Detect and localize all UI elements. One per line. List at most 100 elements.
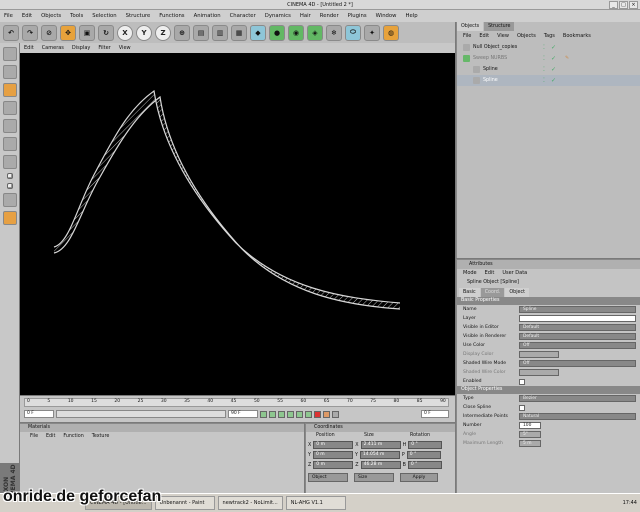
viewport-menu-edit[interactable]: Edit (24, 45, 34, 51)
scene-icon[interactable]: ❄ (326, 24, 342, 41)
enabled-check-icon[interactable]: ✓ (551, 55, 559, 62)
objects-menu-file[interactable]: File (463, 31, 471, 42)
use-edges-tool-icon[interactable] (2, 119, 17, 133)
close-button[interactable]: × (629, 1, 638, 9)
viewport-menu-cameras[interactable]: Cameras (42, 45, 64, 51)
light-icon[interactable]: ✦ (364, 24, 380, 41)
scale-icon[interactable]: ▣ (79, 24, 95, 41)
cube-icon[interactable]: ◆ (250, 24, 266, 41)
enabled-check-icon[interactable]: ✓ (551, 66, 559, 73)
object-row-selected[interactable]: Spline ⁚ ✓ (457, 75, 640, 86)
enabled-checkbox[interactable] (519, 378, 525, 385)
autokey-icon[interactable] (323, 410, 330, 418)
display-color-swatch[interactable] (519, 351, 559, 358)
position-y-field[interactable]: 0 m (312, 451, 353, 459)
name-field[interactable]: Spline (519, 306, 636, 313)
nurbs-icon[interactable]: ● (269, 24, 285, 41)
attributes-menu-mode[interactable]: Mode (463, 269, 477, 278)
taskbar-item-nl-ahg[interactable]: NL-AHG V1.1 (285, 496, 346, 510)
number-field[interactable]: 100 (519, 422, 541, 429)
spline-type-select[interactable]: Bezier (519, 395, 636, 402)
object-row[interactable]: Spline ⁚ ✓ (457, 64, 640, 75)
objects-menu-view[interactable]: View (497, 31, 509, 42)
checkerboard-icon[interactable] (6, 173, 13, 179)
viewport-menu-display[interactable]: Display (72, 45, 90, 51)
visibility-dots-icon[interactable]: ⁚ (543, 55, 551, 62)
menu-structure[interactable]: Structure (126, 13, 151, 19)
sculpt-icon[interactable] (2, 211, 17, 225)
menu-functions[interactable]: Functions (159, 13, 184, 19)
materials-menu-edit[interactable]: Edit (46, 432, 55, 441)
render-picture-viewer-icon[interactable]: ▥ (212, 24, 228, 41)
next-key-icon[interactable] (296, 410, 303, 418)
visible-in-renderer-select[interactable]: Default (519, 333, 636, 340)
materials-menu-texture[interactable]: Texture (92, 432, 110, 441)
rotate-icon[interactable]: ↻ (98, 24, 114, 41)
record-icon[interactable] (314, 410, 321, 418)
start-frame-field[interactable]: 0 F (24, 410, 54, 418)
materials-menu-file[interactable]: File (30, 432, 38, 441)
shaded-wire-color-swatch[interactable] (519, 369, 559, 376)
tab-basic[interactable]: Basic (459, 288, 480, 297)
render-view-icon[interactable]: ▤ (193, 24, 209, 41)
rotation-b-field[interactable]: 0 ° (407, 461, 442, 469)
material-icon[interactable]: ◍ (383, 24, 399, 41)
frame-range-slider[interactable] (56, 410, 226, 418)
play-backward-icon[interactable] (278, 410, 285, 418)
position-x-field[interactable]: 0 m (313, 441, 354, 449)
attributes-menu-user-data[interactable]: User Data (502, 269, 527, 278)
use-model-tool-icon[interactable] (2, 47, 17, 61)
shaded-wire-mode-select[interactable]: Off (519, 360, 636, 367)
coordinate-system-icon[interactable]: ⊕ (174, 24, 190, 41)
keyframe-selection-icon[interactable] (332, 410, 339, 418)
object-row[interactable]: Null Object_copies ⁚ ✓ (457, 42, 640, 53)
undo-icon[interactable]: ↶ (3, 24, 19, 41)
y-axis-lock-button[interactable]: Y (136, 24, 152, 41)
objects-menu-bookmarks[interactable]: Bookmarks (563, 31, 591, 42)
x-axis-lock-button[interactable]: X (117, 24, 133, 41)
menu-help[interactable]: Help (406, 13, 418, 19)
materials-menu-function[interactable]: Function (63, 432, 83, 441)
attributes-menu-edit[interactable]: Edit (485, 269, 495, 278)
live-select-icon[interactable]: ⊘ (41, 24, 57, 41)
tab-objects[interactable]: Objects (457, 22, 484, 31)
use-points-tool-icon[interactable] (2, 101, 17, 115)
menu-hair[interactable]: Hair (300, 13, 311, 19)
close-spline-checkbox[interactable] (519, 404, 525, 411)
menu-selection[interactable]: Selection (92, 13, 116, 19)
animation-icon[interactable] (2, 193, 17, 207)
play-forward-icon[interactable] (287, 410, 294, 418)
taskbar-item-paint[interactable]: Unbenannt - Paint (154, 496, 215, 510)
use-polygons-tool-icon[interactable] (2, 137, 17, 151)
z-axis-lock-button[interactable]: Z (155, 24, 171, 41)
render-settings-icon[interactable]: ▦ (231, 24, 247, 41)
timeline-ruler[interactable]: 0 5 10 15 20 25 30 35 40 45 50 55 60 65 … (24, 398, 449, 407)
menu-dynamics[interactable]: Dynamics (265, 13, 291, 19)
coordinate-mode-select[interactable]: Object (308, 472, 348, 482)
end-frame-field[interactable]: 90 F (228, 410, 258, 418)
tab-structure[interactable]: Structure (484, 22, 515, 31)
3d-viewport[interactable] (20, 53, 455, 395)
array-icon[interactable]: ◉ (288, 24, 304, 41)
size-mode-select[interactable]: Size (354, 472, 394, 482)
objects-menu-edit[interactable]: Edit (479, 31, 489, 42)
goto-start-icon[interactable] (260, 410, 267, 418)
viewport-menu-filter[interactable]: Filter (98, 45, 110, 51)
visible-in-editor-select[interactable]: Default (519, 324, 636, 331)
use-object-axis-icon[interactable] (2, 83, 17, 97)
apply-button[interactable]: Apply (400, 472, 438, 482)
tab-object[interactable]: Object (505, 288, 530, 297)
menu-animation[interactable]: Animation (194, 13, 221, 19)
visibility-dots-icon[interactable]: ⁚ (543, 77, 551, 84)
prev-key-icon[interactable] (269, 410, 276, 418)
visibility-dots-icon[interactable]: ⁚ (543, 44, 551, 51)
menu-plugins[interactable]: Plugins (348, 13, 367, 19)
deformer-icon[interactable]: ◈ (307, 24, 323, 41)
position-z-field[interactable]: 0 m (313, 461, 354, 469)
menu-character[interactable]: Character (230, 13, 256, 19)
phong-tag-icon[interactable]: ✎ (565, 56, 569, 61)
use-texture-tool-icon[interactable] (2, 155, 17, 169)
minimize-button[interactable]: _ (609, 1, 618, 9)
tab-coord[interactable]: Coord. (480, 288, 505, 297)
intermediate-points-select[interactable]: Natural (519, 413, 636, 420)
